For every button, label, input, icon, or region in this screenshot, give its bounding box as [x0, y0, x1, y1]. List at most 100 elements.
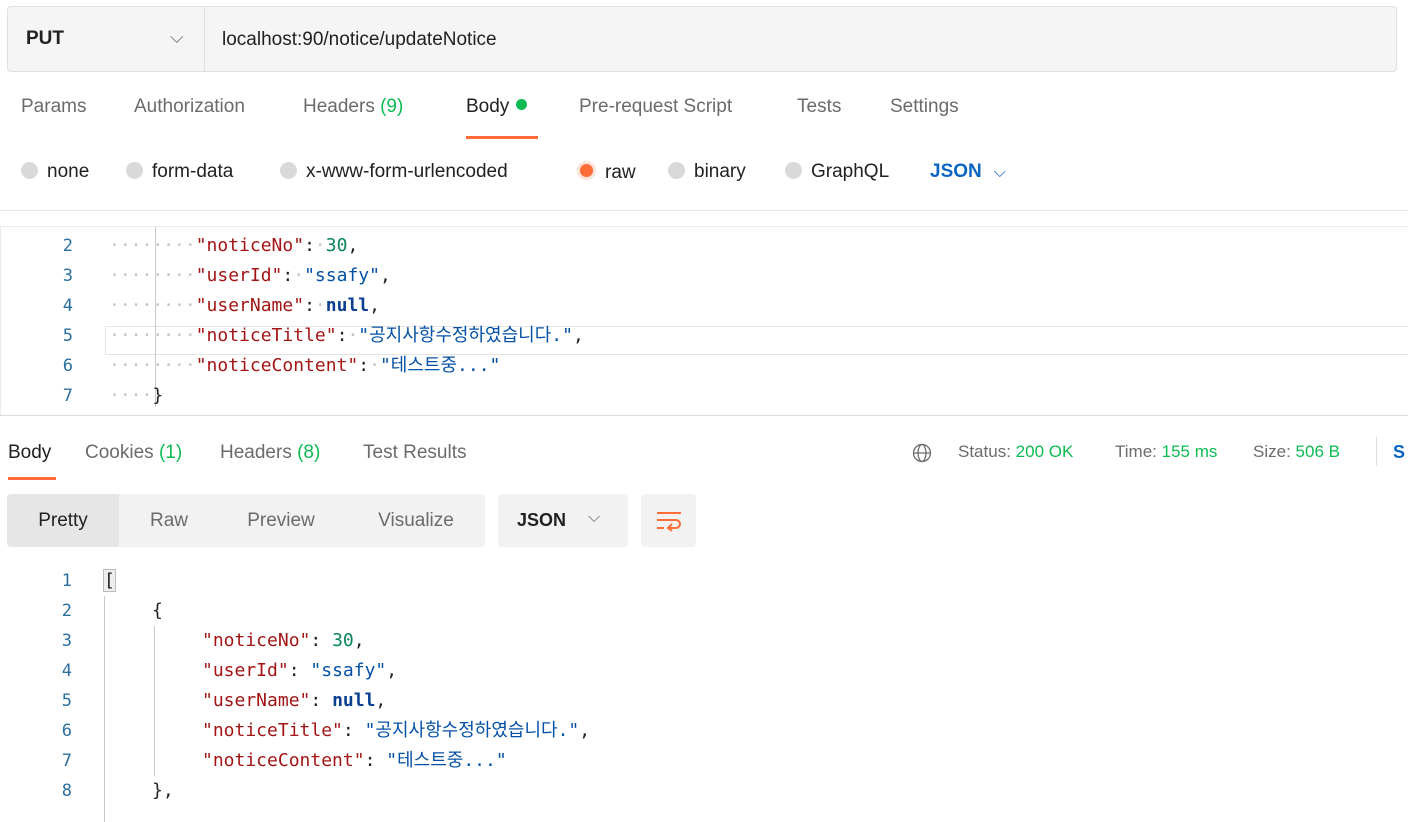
radio-circle-icon [126, 162, 143, 179]
response-tab-cookies[interactable]: Cookies (1) [85, 442, 182, 464]
line-number: 5 [61, 691, 72, 711]
request-body-editor[interactable]: 2 ········"noticeNo":·30, 3 ········"userId… [0, 226, 1408, 415]
code-content: { [152, 596, 163, 626]
radio-binary[interactable]: binary [668, 161, 746, 183]
json-punct: , [369, 295, 380, 316]
radio-raw[interactable]: raw [577, 161, 636, 184]
json-value: null [332, 690, 376, 711]
wrap-lines-icon [657, 512, 681, 532]
json-brace: }, [152, 780, 174, 801]
globe-icon[interactable] [912, 443, 932, 463]
status-readout[interactable]: Status: 200 OK [958, 442, 1073, 462]
wrap-lines-button[interactable] [641, 494, 696, 547]
url-input[interactable]: localhost:90/notice/updateNotice [222, 7, 497, 71]
whitespace-marker: ········ [109, 355, 196, 376]
line-number: 8 [61, 781, 72, 801]
json-colon: : [310, 630, 333, 651]
code-content: ········"userName":·null, [109, 291, 380, 321]
size-readout[interactable]: Size: 506 B [1253, 442, 1340, 462]
code-line: 7 "noticeContent": "테스트중..." [0, 746, 1400, 776]
view-visualize-button[interactable]: Visualize [357, 494, 475, 547]
json-key: "noticeContent" [202, 750, 365, 771]
json-key: "userId" [202, 660, 289, 681]
json-colon: : [310, 690, 333, 711]
json-key: "noticeNo" [195, 235, 305, 256]
view-pretty-button[interactable]: Pretty [7, 494, 119, 547]
json-value: "ssafy" [304, 265, 380, 286]
response-body-viewer[interactable]: 1[2{3 "noticeNo": 30, 4 "userId": "ssafy", 5… [0, 566, 1408, 822]
json-brace: } [152, 385, 164, 406]
view-raw-button[interactable]: Raw [129, 494, 209, 547]
code-line: 6 "noticeTitle": "공지사항수정하였습니다.", [0, 716, 1400, 746]
radio-graphql[interactable]: GraphQL [785, 161, 889, 183]
tab-headers[interactable]: Headers (9) [303, 96, 403, 118]
response-tab-headers[interactable]: Headers (8) [220, 442, 320, 464]
json-key: "noticeTitle" [195, 325, 337, 346]
line-number: 2 [62, 236, 73, 256]
json-value: 30 [325, 235, 348, 256]
chevron-down-icon: ⌵ [588, 509, 601, 526]
divider [0, 210, 1408, 211]
tab-params[interactable]: Params [21, 96, 86, 118]
code-content: ········"userId":·"ssafy", [109, 261, 391, 291]
json-punct: , [353, 630, 365, 651]
code-content: ········"noticeTitle":·"공지사항수정하였습니다.", [109, 321, 584, 351]
line-number: 4 [62, 296, 73, 316]
code-line: 3 "noticeNo": 30, [0, 626, 1400, 656]
code-line: 6 ········"noticeContent":·"테스트중..." [1, 351, 1401, 381]
tab-authorization[interactable]: Authorization [134, 96, 245, 118]
active-tab-indicator [466, 136, 538, 139]
tab-prerequest-script[interactable]: Pre-request Script [579, 96, 732, 118]
line-number: 2 [61, 601, 72, 621]
whitespace-marker: · [314, 295, 326, 316]
whitespace-marker: ········ [109, 235, 196, 256]
code-line: 7 ····} [1, 381, 1401, 411]
json-brace: { [152, 600, 163, 621]
code-line: 5 ········"noticeTitle":·"공지사항수정하였습니다.", [1, 321, 1401, 351]
tab-label: Cookies [85, 442, 154, 463]
code-line: 2 ········"noticeNo":·30, [1, 231, 1401, 261]
response-view-toggle: Pretty Raw Preview Visualize [7, 494, 485, 547]
radio-urlencoded[interactable]: x-www-form-urlencoded [280, 161, 508, 183]
json-colon: : [342, 720, 365, 741]
response-format-label: JSON [517, 510, 567, 530]
radio-none[interactable]: none [21, 161, 89, 183]
response-tab-test-results[interactable]: Test Results [363, 442, 466, 464]
json-key: "userId" [195, 265, 283, 286]
time-readout[interactable]: Time: 155 ms [1115, 442, 1217, 462]
view-preview-button[interactable]: Preview [229, 494, 333, 547]
line-number: 5 [62, 326, 73, 346]
body-format-select[interactable]: JSON ⌵ [930, 161, 1006, 183]
json-key: "noticeContent" [195, 355, 359, 376]
json-punct: , [572, 325, 584, 346]
radio-circle-icon [785, 162, 802, 179]
radio-label: GraphQL [811, 161, 890, 182]
status-value: 200 OK [1015, 442, 1074, 461]
save-response-button[interactable]: S [1393, 442, 1405, 463]
code-line: 8}, [0, 776, 1400, 806]
whitespace-marker: · [369, 355, 380, 376]
code-content: "noticeContent": "테스트중..." [202, 746, 507, 776]
radio-form-data[interactable]: form-data [126, 161, 233, 183]
response-tab-body[interactable]: Body [8, 442, 51, 464]
json-value: 30 [332, 630, 354, 651]
radio-circle-icon [668, 162, 685, 179]
code-line: 2{ [0, 596, 1400, 626]
radio-label: binary [694, 161, 746, 182]
code-content: "noticeTitle": "공지사항수정하였습니다.", [202, 716, 590, 746]
method-select[interactable]: PUT ⌵ [8, 7, 205, 71]
json-colon: : [304, 235, 315, 256]
code-line: 4 ········"userName":·null, [1, 291, 1401, 321]
response-format-select[interactable]: JSON ⌵ [498, 494, 628, 547]
json-key: "noticeNo" [202, 630, 311, 651]
code-line: 3 ········"userId":·"ssafy", [1, 261, 1401, 291]
whitespace-marker: ········ [109, 265, 196, 286]
tab-tests[interactable]: Tests [797, 96, 841, 118]
line-number: 3 [62, 266, 73, 286]
tab-settings[interactable]: Settings [890, 96, 959, 118]
json-value: "테스트중..." [386, 750, 507, 771]
json-key: "userName" [195, 295, 305, 316]
headers-count: (9) [380, 96, 404, 117]
tab-body[interactable]: Body [466, 96, 528, 118]
pane-divider[interactable] [0, 415, 1408, 416]
